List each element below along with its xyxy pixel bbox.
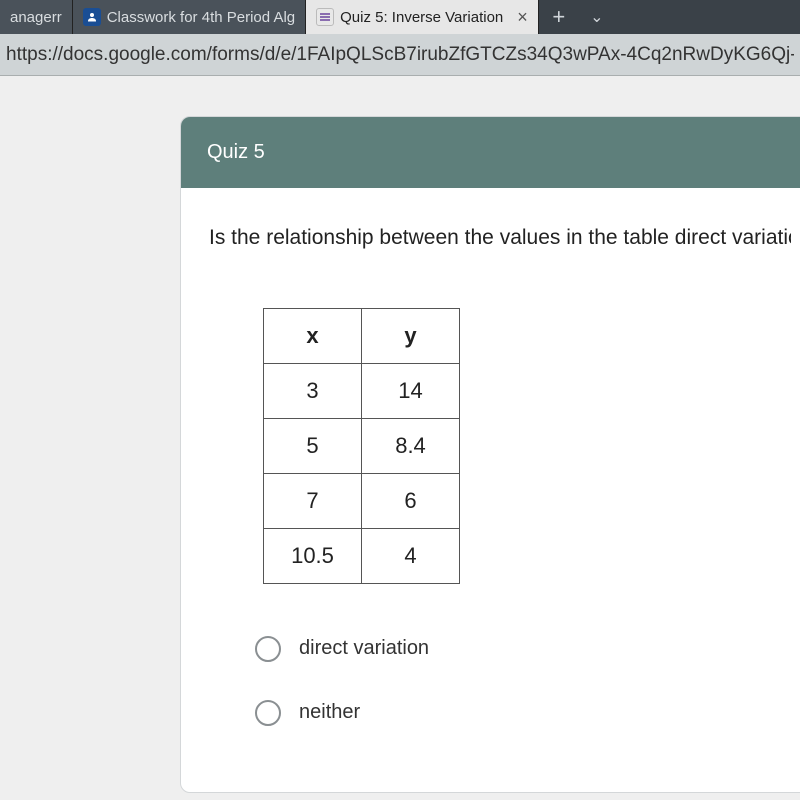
col-header-x: x bbox=[264, 308, 362, 363]
tab-quiz-5[interactable]: Quiz 5: Inverse Variation × bbox=[306, 0, 539, 34]
radio-icon bbox=[255, 700, 281, 726]
cell: 14 bbox=[362, 363, 460, 418]
col-header-y: y bbox=[362, 308, 460, 363]
page-content: Quiz 5 Is the relationship between the v… bbox=[0, 76, 800, 800]
data-table: x y 3 14 5 8.4 7 6 10.5 4 bbox=[263, 308, 460, 584]
choice-direct-variation[interactable]: direct variation bbox=[255, 636, 791, 662]
table-row: 10.5 4 bbox=[264, 528, 460, 583]
cell: 4 bbox=[362, 528, 460, 583]
tab-label: anagerr bbox=[10, 9, 62, 26]
tab-label: Quiz 5: Inverse Variation bbox=[340, 9, 503, 26]
form-card: Quiz 5 Is the relationship between the v… bbox=[180, 116, 800, 793]
cell: 7 bbox=[264, 473, 362, 528]
question-text: Is the relationship between the values i… bbox=[209, 222, 791, 254]
answer-choices: direct variation neither bbox=[255, 636, 791, 726]
cell: 3 bbox=[264, 363, 362, 418]
choice-label: direct variation bbox=[299, 637, 429, 660]
table-row: 5 8.4 bbox=[264, 418, 460, 473]
tab-classwork[interactable]: Classwork for 4th Period Alg bbox=[73, 0, 306, 34]
choice-neither[interactable]: neither bbox=[255, 700, 791, 726]
browser-tab-strip: anagerr Classwork for 4th Period Alg Qui… bbox=[0, 0, 800, 34]
form-body: Is the relationship between the values i… bbox=[181, 188, 800, 792]
cell: 6 bbox=[362, 473, 460, 528]
address-bar bbox=[0, 34, 800, 76]
new-tab-button[interactable]: + bbox=[539, 0, 579, 34]
cell: 10.5 bbox=[264, 528, 362, 583]
form-header: Quiz 5 bbox=[181, 117, 800, 188]
tab-manager[interactable]: anagerr bbox=[0, 0, 73, 34]
tab-label: Classwork for 4th Period Alg bbox=[107, 9, 295, 26]
tab-list-chevron-icon[interactable]: ⌄ bbox=[579, 0, 615, 34]
form-icon bbox=[316, 8, 334, 26]
person-icon bbox=[83, 8, 101, 26]
url-input[interactable] bbox=[6, 44, 794, 66]
close-icon[interactable]: × bbox=[517, 7, 528, 28]
radio-icon bbox=[255, 636, 281, 662]
cell: 5 bbox=[264, 418, 362, 473]
choice-label: neither bbox=[299, 701, 360, 724]
table-row: 3 14 bbox=[264, 363, 460, 418]
cell: 8.4 bbox=[362, 418, 460, 473]
table-row: 7 6 bbox=[264, 473, 460, 528]
